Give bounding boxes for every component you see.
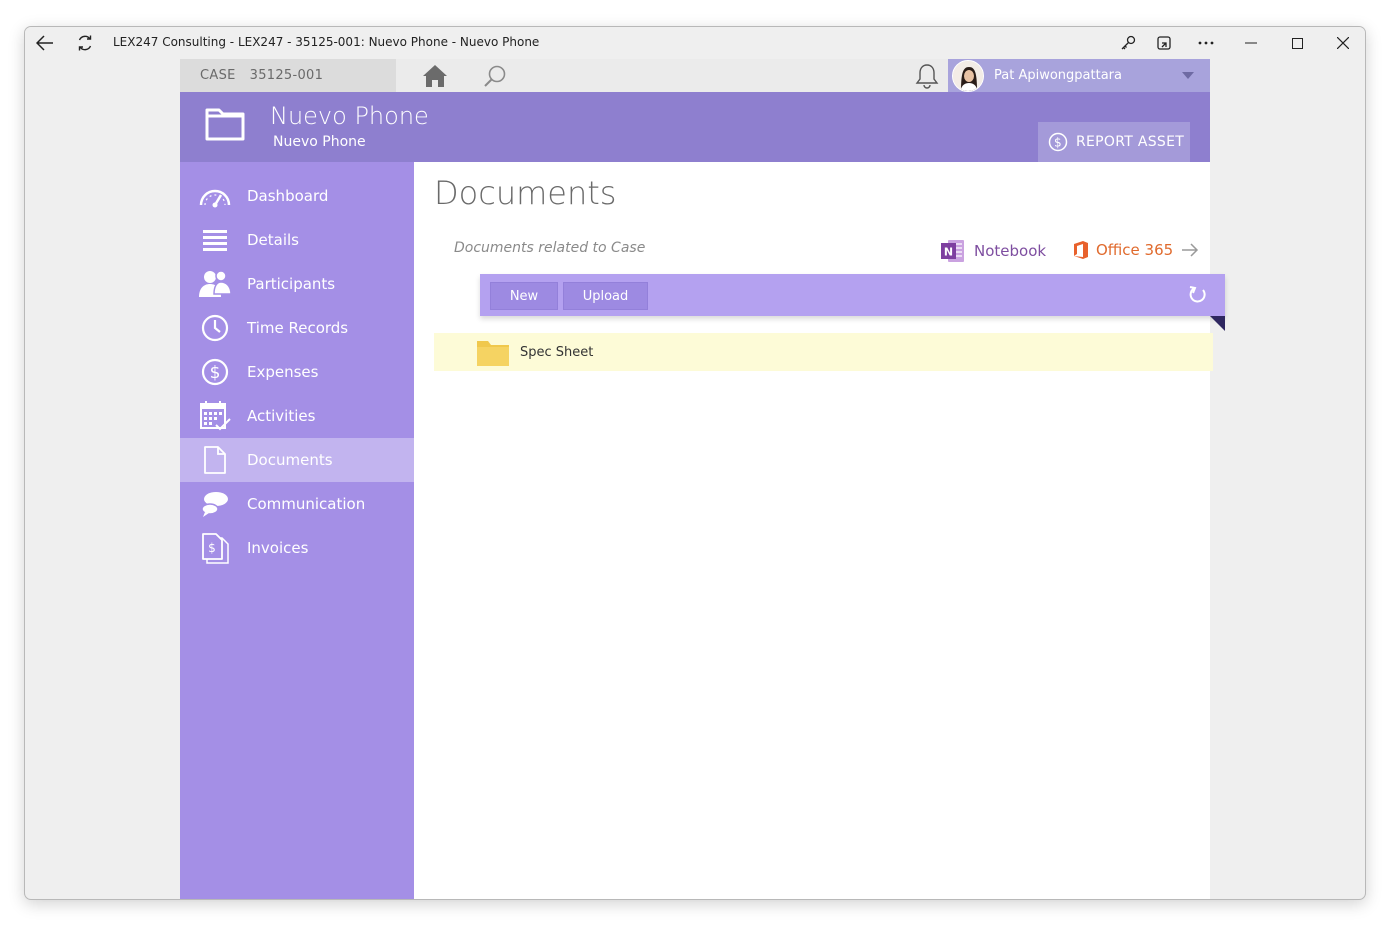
case-subtitle: Nuevo Phone: [273, 134, 366, 150]
sidebar-item-label: Documents: [247, 451, 333, 469]
sidebar-item-label: Details: [247, 231, 300, 249]
refresh-window-button[interactable]: [65, 27, 105, 59]
home-button[interactable]: [420, 62, 450, 90]
close-icon: [1337, 37, 1349, 49]
main-content: Documents Documents related to Case N No…: [414, 162, 1225, 899]
back-arrow-icon: [36, 35, 53, 51]
top-bar: CASE 35125-001 Pat Apiwongpattara: [180, 59, 1210, 92]
report-asset-button[interactable]: $ REPORT ASSET: [1038, 122, 1190, 162]
sidebar-item-details[interactable]: Details: [180, 218, 414, 262]
key-button[interactable]: [1108, 27, 1148, 59]
refresh-button[interactable]: [1187, 284, 1209, 306]
ellipsis-icon: [1198, 41, 1214, 45]
chat-icon: [198, 487, 232, 521]
sidebar-item-label: Expenses: [247, 363, 319, 381]
sidebar-item-communication[interactable]: Communication: [180, 482, 414, 526]
case-header: Nuevo Phone Nuevo Phone $ REPORT ASSET: [180, 92, 1210, 162]
minimize-button[interactable]: [1231, 27, 1271, 59]
title-bar: LEX247 Consulting - LEX247 - 35125-001: …: [25, 27, 1365, 59]
invoice-icon: $: [198, 531, 232, 565]
svg-text:$: $: [1054, 136, 1062, 150]
refresh-icon: [1189, 286, 1206, 303]
sidebar-item-label: Activities: [247, 407, 316, 425]
window-title: LEX247 Consulting - LEX247 - 35125-001: …: [113, 35, 540, 49]
sidebar-item-activities[interactable]: Activities: [180, 394, 414, 438]
folder-icon: [476, 337, 510, 367]
notebook-label: Notebook: [974, 242, 1047, 260]
document-name: Spec Sheet: [520, 344, 594, 360]
sidebar-item-label: Communication: [247, 495, 366, 513]
user-name: Pat Apiwongpattara: [994, 68, 1122, 83]
toolbar-fold-corner: [1210, 316, 1225, 331]
close-button[interactable]: [1323, 27, 1363, 59]
dollar-icon: $: [198, 355, 232, 389]
sidebar-item-dashboard[interactable]: Dashboard: [180, 174, 414, 218]
people-icon: [198, 267, 232, 301]
gauge-icon: [198, 179, 232, 213]
upload-button[interactable]: Upload: [563, 282, 648, 310]
sidebar-item-label: Dashboard: [247, 187, 329, 205]
dollar-circle-icon: $: [1048, 132, 1068, 152]
search-icon: [484, 65, 506, 87]
sidebar-item-label: Time Records: [247, 319, 349, 337]
search-button[interactable]: [480, 62, 510, 90]
sidebar-item-label: Participants: [247, 275, 336, 293]
notifications-button[interactable]: [912, 62, 942, 90]
sidebar-item-time-records[interactable]: Time Records: [180, 306, 414, 350]
maximize-icon: [1291, 37, 1303, 49]
sync-icon: [78, 35, 92, 51]
home-icon: [423, 65, 447, 87]
cast-icon: [1157, 36, 1171, 50]
office365-icon: [1074, 241, 1088, 259]
calendar-check-icon: [198, 399, 232, 433]
office365-link[interactable]: Office 365: [1072, 240, 1199, 260]
key-icon: [1121, 35, 1136, 50]
cast-button[interactable]: [1144, 27, 1184, 59]
case-number: 35125-001: [249, 68, 324, 83]
user-menu[interactable]: Pat Apiwongpattara: [948, 59, 1210, 92]
sidebar-item-participants[interactable]: Participants: [180, 262, 414, 306]
more-button[interactable]: [1186, 27, 1226, 59]
maximize-button[interactable]: [1277, 27, 1317, 59]
back-button[interactable]: [25, 27, 65, 59]
chevron-down-icon: [1182, 72, 1194, 79]
bell-icon: [915, 64, 939, 89]
avatar: [952, 59, 984, 92]
document-row[interactable]: Spec Sheet: [434, 333, 1213, 371]
svg-text:N: N: [944, 246, 953, 259]
clock-icon: [198, 311, 232, 345]
page-title: Documents: [434, 174, 617, 212]
report-asset-label: REPORT ASSET: [1076, 134, 1185, 150]
documents-subtitle: Documents related to Case: [454, 240, 646, 256]
sidebar-item-expenses[interactable]: $ Expenses: [180, 350, 414, 394]
case-title: Nuevo Phone: [270, 102, 429, 130]
sidebar-item-label: Invoices: [247, 539, 309, 557]
folder-icon: [204, 104, 246, 146]
svg-text:$: $: [208, 541, 216, 555]
documents-toolbar: New Upload: [480, 274, 1225, 316]
case-label: CASE: [200, 68, 236, 83]
minimize-icon: [1245, 42, 1257, 44]
new-button[interactable]: New: [490, 282, 558, 310]
svg-text:$: $: [210, 363, 221, 383]
user-avatar-icon: [953, 60, 983, 91]
sidebar-item-invoices[interactable]: $ Invoices: [180, 526, 414, 570]
sidebar-item-documents[interactable]: Documents: [180, 438, 414, 482]
office365-label: Office 365: [1096, 241, 1174, 259]
arrow-right-icon: [1182, 243, 1199, 257]
list-icon: [198, 223, 232, 257]
case-indicator: CASE 35125-001: [180, 59, 396, 92]
document-icon: [198, 443, 232, 477]
app-area: CASE 35125-001 Pat Apiwongpattara Nuevo …: [180, 59, 1225, 899]
sidebar: Dashboard Details Participants Time Reco…: [180, 162, 414, 899]
onenote-icon: N: [941, 240, 964, 262]
app-window: LEX247 Consulting - LEX247 - 35125-001: …: [24, 26, 1366, 900]
onenote-notebook-link[interactable]: N Notebook: [940, 238, 1046, 264]
